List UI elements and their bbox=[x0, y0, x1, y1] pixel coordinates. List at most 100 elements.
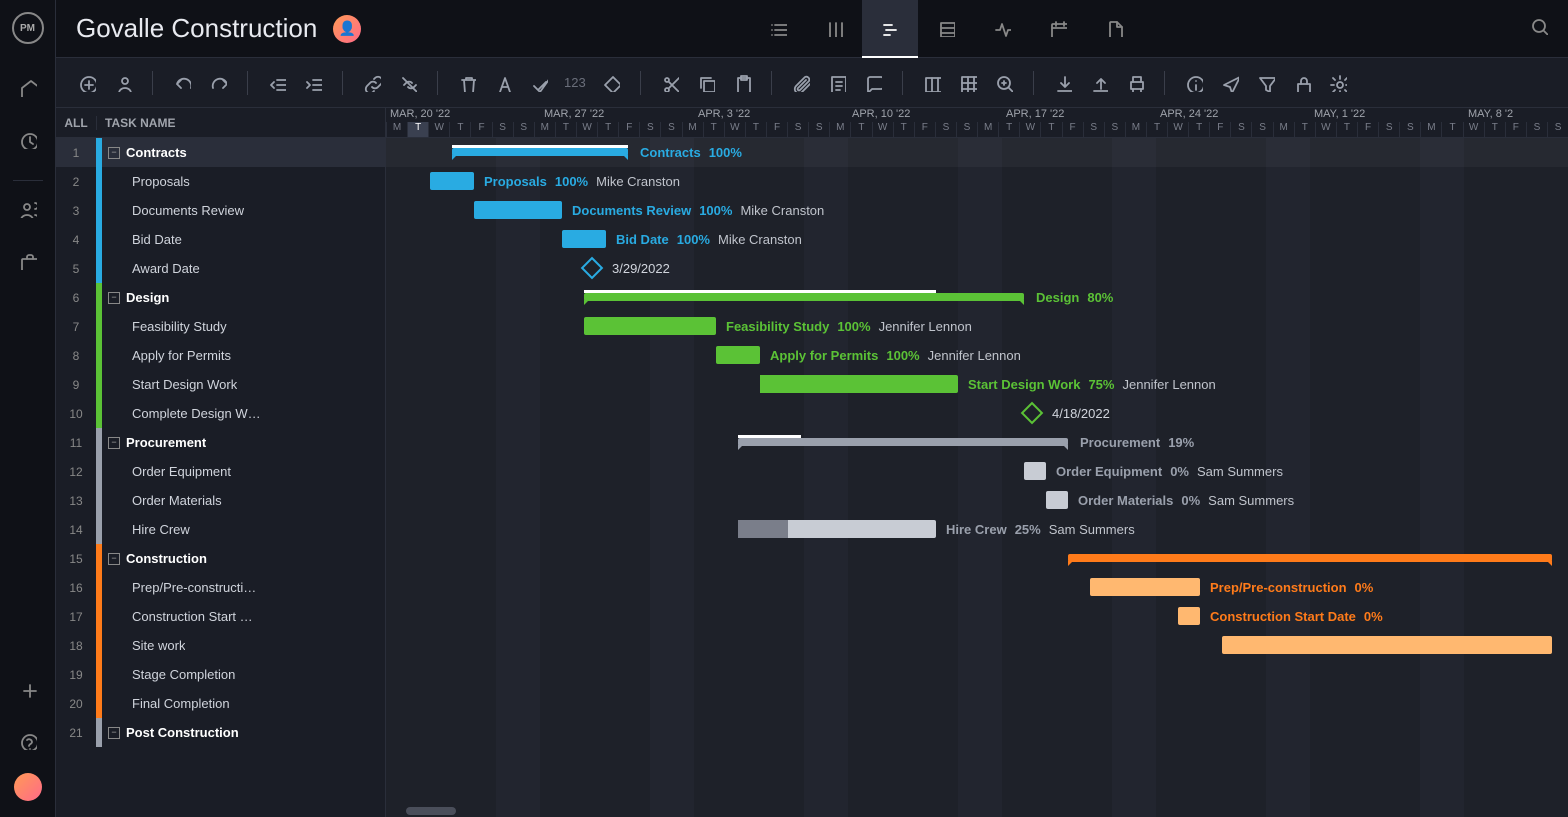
tb-cut[interactable] bbox=[659, 72, 681, 94]
tb-milestone[interactable] bbox=[600, 72, 622, 94]
task-row[interactable]: 21 −Post Construction bbox=[56, 718, 385, 747]
tb-filter[interactable] bbox=[1255, 72, 1277, 94]
horizontal-scrollbar[interactable] bbox=[406, 807, 456, 815]
task-row[interactable]: 11 −Procurement bbox=[56, 428, 385, 457]
tb-numbers[interactable]: 123 bbox=[564, 75, 586, 90]
task-bar[interactable] bbox=[1178, 607, 1200, 625]
summary-bar[interactable] bbox=[452, 148, 628, 156]
tb-format[interactable] bbox=[492, 72, 514, 94]
tb-copy[interactable] bbox=[695, 72, 717, 94]
tb-zoom[interactable] bbox=[993, 72, 1015, 94]
search-button[interactable] bbox=[1530, 17, 1548, 40]
nav-recent[interactable] bbox=[8, 120, 48, 160]
tb-undo[interactable] bbox=[171, 72, 193, 94]
task-bar[interactable] bbox=[738, 520, 936, 538]
collapse-icon[interactable]: − bbox=[108, 727, 120, 739]
tb-clear[interactable] bbox=[528, 72, 550, 94]
tab-files[interactable] bbox=[1086, 0, 1142, 58]
task-row[interactable]: 12 Order Equipment bbox=[56, 457, 385, 486]
collapse-icon[interactable]: − bbox=[108, 292, 120, 304]
tab-calendar[interactable] bbox=[1030, 0, 1086, 58]
task-row[interactable]: 5 Award Date bbox=[56, 254, 385, 283]
collapse-icon[interactable]: − bbox=[108, 437, 120, 449]
collapse-icon[interactable]: − bbox=[108, 553, 120, 565]
tb-send[interactable] bbox=[1219, 72, 1241, 94]
task-row[interactable]: 1 −Contracts bbox=[56, 138, 385, 167]
task-bar[interactable] bbox=[760, 375, 958, 393]
task-row[interactable]: 15 −Construction bbox=[56, 544, 385, 573]
nav-home[interactable] bbox=[8, 68, 48, 108]
tb-comment[interactable] bbox=[862, 72, 884, 94]
user-avatar[interactable] bbox=[14, 773, 42, 801]
task-bar[interactable] bbox=[562, 230, 606, 248]
nav-team[interactable] bbox=[8, 189, 48, 229]
task-bar[interactable] bbox=[430, 172, 474, 190]
milestone-marker[interactable] bbox=[581, 257, 604, 280]
task-row[interactable]: 19 Stage Completion bbox=[56, 660, 385, 689]
task-row[interactable]: 4 Bid Date bbox=[56, 225, 385, 254]
tab-board[interactable] bbox=[806, 0, 862, 58]
tb-unlink[interactable] bbox=[397, 72, 419, 94]
task-row[interactable]: 2 Proposals bbox=[56, 167, 385, 196]
tab-gantt[interactable] bbox=[862, 0, 918, 58]
task-bar[interactable] bbox=[716, 346, 760, 364]
tb-add[interactable] bbox=[76, 72, 98, 94]
tb-outdent[interactable] bbox=[266, 72, 288, 94]
task-bar[interactable] bbox=[474, 201, 562, 219]
task-bar[interactable] bbox=[584, 317, 716, 335]
task-row[interactable]: 7 Feasibility Study bbox=[56, 312, 385, 341]
gantt-body[interactable]: Contracts 100% Proposals 100% Mike Crans… bbox=[386, 138, 1568, 817]
tb-redo[interactable] bbox=[207, 72, 229, 94]
task-bar[interactable] bbox=[1090, 578, 1200, 596]
tb-grid[interactable] bbox=[957, 72, 979, 94]
tb-info[interactable] bbox=[1183, 72, 1205, 94]
tb-lock[interactable] bbox=[1291, 72, 1313, 94]
task-row[interactable]: 14 Hire Crew bbox=[56, 515, 385, 544]
activity-icon bbox=[993, 19, 1011, 37]
tb-columns[interactable] bbox=[921, 72, 943, 94]
tb-indent[interactable] bbox=[302, 72, 324, 94]
col-all[interactable]: ALL bbox=[56, 116, 96, 130]
tb-delete[interactable] bbox=[456, 72, 478, 94]
task-row[interactable]: 10 Complete Design W… bbox=[56, 399, 385, 428]
task-bar[interactable] bbox=[1046, 491, 1068, 509]
col-name[interactable]: TASK NAME bbox=[96, 116, 385, 130]
nav-projects[interactable] bbox=[8, 241, 48, 281]
nav-add[interactable] bbox=[8, 669, 48, 709]
task-bar[interactable] bbox=[1222, 636, 1552, 654]
tb-attach[interactable] bbox=[790, 72, 812, 94]
gantt-icon bbox=[881, 19, 899, 37]
summary-bar[interactable] bbox=[738, 438, 1068, 446]
task-row[interactable]: 17 Construction Start … bbox=[56, 602, 385, 631]
tb-print[interactable] bbox=[1124, 72, 1146, 94]
tb-assign[interactable] bbox=[112, 72, 134, 94]
day-label: T bbox=[449, 122, 470, 137]
task-row[interactable]: 18 Site work bbox=[56, 631, 385, 660]
task-row[interactable]: 6 −Design bbox=[56, 283, 385, 312]
tb-settings[interactable] bbox=[1327, 72, 1349, 94]
tab-sheet[interactable] bbox=[918, 0, 974, 58]
task-row[interactable]: 8 Apply for Permits bbox=[56, 341, 385, 370]
task-row[interactable]: 13 Order Materials bbox=[56, 486, 385, 515]
task-row[interactable]: 16 Prep/Pre-constructi… bbox=[56, 573, 385, 602]
task-row[interactable]: 3 Documents Review bbox=[56, 196, 385, 225]
tb-export[interactable] bbox=[1088, 72, 1110, 94]
tb-link[interactable] bbox=[361, 72, 383, 94]
tb-import[interactable] bbox=[1052, 72, 1074, 94]
milestone-marker[interactable] bbox=[1021, 402, 1044, 425]
toolbar: 123 bbox=[56, 58, 1568, 108]
task-name: Design bbox=[126, 290, 169, 305]
summary-bar[interactable] bbox=[1068, 554, 1552, 562]
tb-paste[interactable] bbox=[731, 72, 753, 94]
task-row[interactable]: 9 Start Design Work bbox=[56, 370, 385, 399]
collapse-icon[interactable]: − bbox=[108, 147, 120, 159]
nav-help[interactable] bbox=[8, 721, 48, 761]
task-row[interactable]: 20 Final Completion bbox=[56, 689, 385, 718]
task-bar[interactable] bbox=[1024, 462, 1046, 480]
tb-note[interactable] bbox=[826, 72, 848, 94]
tab-list[interactable] bbox=[750, 0, 806, 58]
summary-bar[interactable] bbox=[584, 293, 1024, 301]
app-logo[interactable]: PM bbox=[12, 12, 44, 44]
project-avatar[interactable]: 👤 bbox=[333, 15, 361, 43]
tab-activity[interactable] bbox=[974, 0, 1030, 58]
